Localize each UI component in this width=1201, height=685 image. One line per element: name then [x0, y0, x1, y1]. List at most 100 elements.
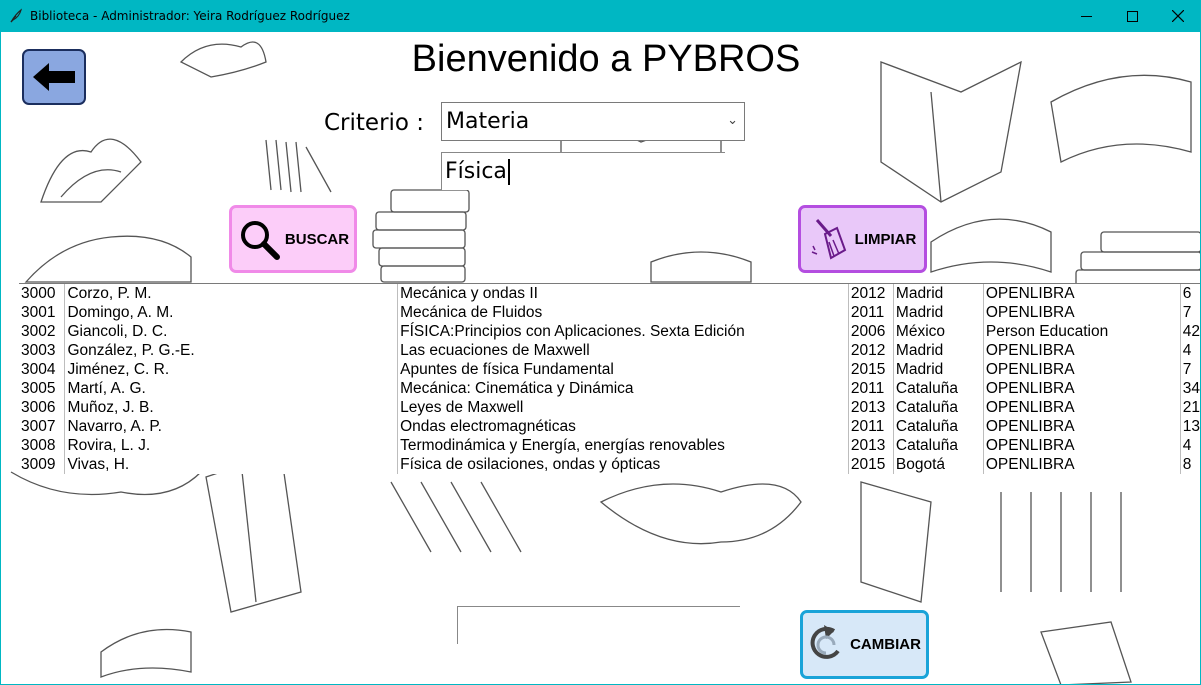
app-window: Bienvenido a PYBROS Criterio : Materia ⌄…: [0, 32, 1201, 685]
cell-year: 2011: [848, 303, 894, 322]
cell-id: 3009: [19, 455, 66, 474]
cell-author: Martí, A. G.: [64, 379, 399, 398]
cell-id: 3004: [19, 360, 66, 379]
table-row[interactable]: 3000 Corzo, P. M. Mecánica y ondas II 2012 M…: [19, 284, 1200, 303]
search-input-value: Física: [445, 159, 507, 184]
table-row[interactable]: 3009 Vivas, H. Física de osilaciones, onda…: [19, 455, 1200, 474]
cell-title: Termodinámica y Energía, energías renova…: [397, 436, 849, 455]
search-input[interactable]: Física: [441, 152, 725, 190]
cell-title: Mecánica: Cinemática y Dinámica: [397, 379, 849, 398]
cambiar-input[interactable]: [457, 606, 740, 644]
cell-publisher: OPENLIBRA: [983, 379, 1181, 398]
cell-author: Vivas, H.: [64, 455, 399, 474]
cell-id: 3007: [19, 417, 66, 436]
cell-title: Ondas electromagnéticas: [397, 417, 849, 436]
cambiar-button[interactable]: CAMBIAR: [800, 610, 929, 679]
cell-publisher: Person Education: [983, 322, 1181, 341]
cell-city: Cataluña: [893, 436, 984, 455]
close-icon: [1172, 10, 1184, 22]
refresh-icon: [810, 624, 840, 659]
cell-publisher: OPENLIBRA: [983, 455, 1181, 474]
cell-quantity: 7: [1182, 303, 1192, 321]
cell-id: 3006: [19, 398, 66, 417]
cell-city: Cataluña: [893, 398, 984, 417]
cell-publisher: OPENLIBRA: [983, 284, 1181, 303]
cell-author: Rovira, L. J.: [64, 436, 399, 455]
cell-year: 2006: [848, 322, 894, 341]
table-row[interactable]: 3006 Muñoz, J. B. Leyes de Maxwell 2013 Cata…: [19, 398, 1200, 417]
window-title: Biblioteca - Administrador: Yeira Rodríg…: [30, 9, 350, 23]
cell-id: 3001: [19, 303, 66, 322]
cell-quantity: 4: [1182, 436, 1192, 454]
feather-icon: [10, 8, 22, 23]
cell-year: 2015: [848, 455, 894, 474]
page-title: Bienvenido a PYBROS: [411, 38, 801, 80]
cell-city: Bogotá: [893, 455, 984, 474]
cell-id: 3000: [19, 284, 66, 303]
cell-city: Madrid: [893, 341, 984, 360]
cell-quantity: 13: [1182, 417, 1200, 435]
cell-quantity: 21: [1182, 398, 1200, 416]
limpiar-button[interactable]: LIMPIAR: [798, 205, 927, 273]
criterio-selected-value: Materia: [446, 109, 530, 134]
cell-id: 3005: [19, 379, 66, 398]
minimize-button[interactable]: [1063, 0, 1109, 32]
cell-year: 2012: [848, 341, 894, 360]
limpiar-label: LIMPIAR: [854, 230, 917, 248]
cell-author: Navarro, A. P.: [64, 417, 399, 436]
cell-city: México: [893, 322, 984, 341]
cell-title: Apuntes de física Fundamental: [397, 360, 849, 379]
cell-author: Jiménez, C. R.: [64, 360, 399, 379]
table-row[interactable]: 3003 González, P. G.-E. Las ecuaciones de …: [19, 341, 1200, 360]
cell-quantity: 34: [1182, 379, 1200, 397]
cell-title: Física de osilaciones, ondas y ópticas: [397, 455, 849, 474]
criterio-select[interactable]: Materia ⌄: [441, 102, 745, 141]
maximize-button[interactable]: [1109, 0, 1155, 32]
cell-publisher: OPENLIBRA: [983, 436, 1181, 455]
cell-author: Domingo, A. M.: [64, 303, 399, 322]
cell-year: 2013: [848, 398, 894, 417]
magnifier-icon: [240, 221, 280, 260]
cambiar-label: CAMBIAR: [850, 636, 921, 653]
cell-city: Cataluña: [893, 379, 984, 398]
table-row[interactable]: 3007 Navarro, A. P. Ondas electromagnética…: [19, 417, 1200, 436]
cell-city: Madrid: [893, 360, 984, 379]
cell-year: 2012: [848, 284, 894, 303]
cell-quantity: 4: [1182, 341, 1192, 359]
cell-year: 2011: [848, 379, 894, 398]
cell-year: 2011: [848, 417, 894, 436]
buscar-button[interactable]: BUSCAR: [229, 205, 357, 273]
table-row[interactable]: 3002 Giancoli, D. C. FÍSICA:Principios con…: [19, 322, 1200, 341]
maximize-icon: [1126, 10, 1138, 22]
cell-publisher: OPENLIBRA: [983, 417, 1181, 436]
cell-city: Madrid: [893, 303, 984, 322]
cell-id: 3008: [19, 436, 66, 455]
broom-icon: [811, 219, 846, 260]
cell-title: Mecánica y ondas II: [397, 284, 849, 303]
chevron-down-icon: ⌄: [727, 113, 738, 128]
text-caret: [507, 158, 510, 185]
minimize-icon: [1080, 15, 1092, 17]
cell-quantity: 42: [1182, 322, 1200, 340]
cell-title: Mecánica de Fluidos: [397, 303, 849, 322]
cell-year: 2013: [848, 436, 894, 455]
cell-title: Las ecuaciones de Maxwell: [397, 341, 849, 360]
cell-author: Corzo, P. M.: [64, 284, 399, 303]
cell-title: FÍSICA:Principios con Aplicaciones. Sext…: [397, 322, 849, 341]
cell-city: Madrid: [893, 284, 984, 303]
arrow-left-icon: [33, 63, 75, 91]
table-row[interactable]: 3005 Martí, A. G. Mecánica: Cinemática y D…: [19, 379, 1200, 398]
table-row[interactable]: 3004 Jiménez, C. R. Apuntes de física Fund…: [19, 360, 1200, 379]
cell-quantity: 7: [1182, 360, 1192, 378]
close-button[interactable]: [1155, 0, 1201, 32]
results-table[interactable]: 3000 Corzo, P. M. Mecánica y ondas II 2012 M…: [19, 283, 1200, 474]
cell-year: 2015: [848, 360, 894, 379]
buscar-label: BUSCAR: [284, 230, 350, 248]
cell-author: Muñoz, J. B.: [64, 398, 399, 417]
cell-author: Giancoli, D. C.: [64, 322, 399, 341]
back-button[interactable]: [22, 49, 86, 105]
table-row[interactable]: 3008 Rovira, L. J. Termodinámica y Energía…: [19, 436, 1200, 455]
cell-id: 3002: [19, 322, 66, 341]
cell-publisher: OPENLIBRA: [983, 398, 1181, 417]
table-row[interactable]: 3001 Domingo, A. M. Mecánica de Fluidos 201…: [19, 303, 1200, 322]
